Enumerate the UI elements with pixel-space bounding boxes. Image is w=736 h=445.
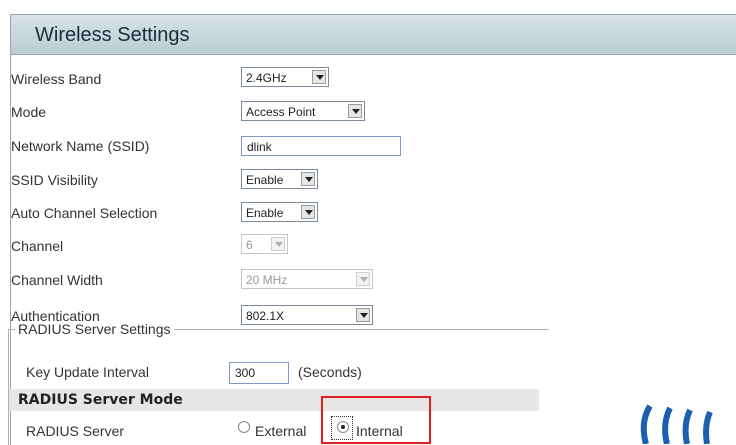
- key-update-value: 300: [235, 366, 256, 380]
- ssid-label: Network Name (SSID): [11, 138, 150, 154]
- wireless-band-select[interactable]: 2.4GHz: [241, 67, 329, 87]
- wireless-band-value: 2.4GHz: [246, 71, 287, 85]
- radius-external-radio[interactable]: [238, 421, 250, 433]
- ssid-value: dlink: [247, 140, 272, 154]
- auto-channel-value: Enable: [246, 206, 284, 220]
- channel-width-select: 20 MHz: [241, 269, 373, 289]
- chevron-down-icon: [301, 205, 315, 219]
- channel-label: Channel: [11, 238, 64, 254]
- authentication-select[interactable]: 802.1X: [241, 305, 373, 325]
- chevron-down-icon: [356, 272, 370, 286]
- key-update-unit: (Seconds): [298, 364, 362, 380]
- ssid-visibility-value: Enable: [246, 173, 284, 187]
- chevron-down-icon: [312, 70, 326, 84]
- key-update-label: Key Update Interval: [26, 364, 149, 380]
- mode-value: Access Point: [246, 105, 316, 119]
- ssid-input[interactable]: dlink: [241, 136, 401, 156]
- channel-width-value: 20 MHz: [246, 273, 288, 287]
- authentication-value: 802.1X: [246, 309, 285, 323]
- auto-channel-select[interactable]: Enable: [241, 202, 318, 222]
- wireless-band-label: Wireless Band: [11, 71, 102, 87]
- key-update-input[interactable]: 300: [229, 362, 289, 384]
- mode-select[interactable]: Access Point: [241, 101, 365, 121]
- wifi-waves-icon: [640, 404, 713, 444]
- channel-select: 6: [241, 234, 288, 254]
- radius-settings-legend: RADIUS Server Settings: [15, 321, 174, 337]
- auto-channel-label: Auto Channel Selection: [11, 205, 158, 221]
- mode-label: Mode: [11, 104, 47, 120]
- page-title: Wireless Settings: [11, 15, 736, 55]
- radius-internal-radio[interactable]: [337, 421, 349, 433]
- channel-value: 6: [246, 238, 253, 252]
- channel-width-label: Channel Width: [11, 272, 103, 288]
- radius-mode-header: RADIUS Server Mode: [9, 389, 539, 411]
- radius-external-label[interactable]: External: [255, 423, 306, 439]
- chevron-down-icon: [348, 104, 362, 118]
- chevron-down-icon: [271, 237, 285, 251]
- ssid-visibility-label: SSID Visibility: [11, 172, 98, 188]
- ssid-visibility-select[interactable]: Enable: [241, 169, 318, 189]
- chevron-down-icon: [301, 172, 315, 186]
- radius-internal-label[interactable]: Internal: [356, 423, 403, 439]
- radius-server-label: RADIUS Server: [26, 423, 125, 439]
- chevron-down-icon: [356, 308, 370, 322]
